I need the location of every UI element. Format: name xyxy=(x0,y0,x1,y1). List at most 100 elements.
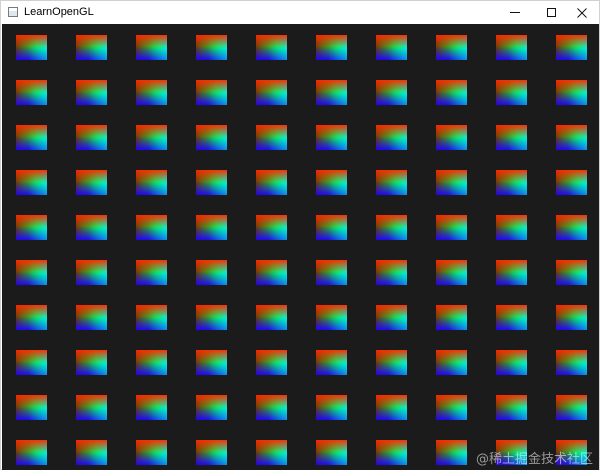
rendered-quad xyxy=(436,215,467,240)
minimize-icon xyxy=(510,12,520,13)
rendered-quad xyxy=(256,440,287,465)
rendered-quad xyxy=(196,35,227,60)
rendered-quad xyxy=(16,440,47,465)
rendered-quad xyxy=(76,350,107,375)
rendered-quad xyxy=(556,395,587,420)
rendered-quad xyxy=(436,440,467,465)
rendered-quad xyxy=(136,350,167,375)
rendered-quad xyxy=(316,170,347,195)
rendered-quad xyxy=(496,80,527,105)
rendered-quad xyxy=(76,305,107,330)
minimize-button[interactable] xyxy=(497,1,533,24)
rendered-quad xyxy=(376,125,407,150)
rendered-quad xyxy=(436,35,467,60)
rendered-quad xyxy=(436,395,467,420)
rendered-quad xyxy=(196,80,227,105)
rendered-quad xyxy=(76,170,107,195)
rendered-quad xyxy=(496,350,527,375)
rendered-quad xyxy=(256,215,287,240)
rendered-quad xyxy=(76,80,107,105)
rendered-quad xyxy=(196,170,227,195)
rendered-quad xyxy=(76,215,107,240)
rendered-quad xyxy=(316,305,347,330)
rendered-quad xyxy=(256,35,287,60)
rendered-quad xyxy=(376,305,407,330)
rendered-quad xyxy=(376,80,407,105)
rendered-quad xyxy=(556,125,587,150)
rendered-quad xyxy=(16,35,47,60)
rendered-quad xyxy=(136,80,167,105)
rendered-quad xyxy=(136,170,167,195)
rendered-quad xyxy=(376,440,407,465)
rendered-quad xyxy=(376,260,407,285)
rendered-quad xyxy=(196,395,227,420)
rendered-quad xyxy=(76,125,107,150)
app-window: LearnOpenGL @稀土掘金技术社区 xyxy=(0,0,600,470)
rendered-quad xyxy=(136,125,167,150)
close-button[interactable] xyxy=(564,1,600,24)
rendered-quad xyxy=(136,35,167,60)
rendered-quad xyxy=(436,260,467,285)
rendered-quad xyxy=(16,305,47,330)
rendered-quad xyxy=(196,350,227,375)
rendered-quad xyxy=(136,305,167,330)
rendered-quad xyxy=(316,260,347,285)
rendered-quad xyxy=(376,35,407,60)
rendered-quad xyxy=(196,125,227,150)
rendered-quad xyxy=(316,350,347,375)
rendered-quad xyxy=(556,350,587,375)
rendered-quad xyxy=(16,260,47,285)
rendered-quad xyxy=(16,125,47,150)
rendered-quad xyxy=(136,395,167,420)
rendered-quad xyxy=(196,440,227,465)
rendered-quad xyxy=(136,440,167,465)
rendered-quad xyxy=(196,260,227,285)
rendered-quad xyxy=(496,260,527,285)
rendered-quad xyxy=(316,215,347,240)
rendered-quad xyxy=(556,215,587,240)
rendered-quad xyxy=(436,80,467,105)
rendered-quad xyxy=(496,215,527,240)
rendered-quad xyxy=(496,305,527,330)
rendered-quad xyxy=(196,305,227,330)
rendered-quad xyxy=(376,350,407,375)
opengl-viewport[interactable]: @稀土掘金技术社区 xyxy=(2,24,599,470)
rendered-quad xyxy=(316,80,347,105)
rendered-quad xyxy=(76,260,107,285)
app-window-icon xyxy=(8,7,18,17)
rendered-quad xyxy=(256,260,287,285)
rendered-quad xyxy=(316,35,347,60)
rendered-quad xyxy=(76,440,107,465)
rendered-quad xyxy=(136,260,167,285)
window-title: LearnOpenGL xyxy=(24,6,94,18)
watermark-text: @稀土掘金技术社区 xyxy=(475,452,593,467)
rendered-quad xyxy=(16,215,47,240)
rendered-quad xyxy=(436,305,467,330)
rendered-quad xyxy=(16,395,47,420)
rendered-quad xyxy=(256,170,287,195)
rendered-quad xyxy=(256,125,287,150)
rendered-quad xyxy=(136,215,167,240)
rendered-quad xyxy=(496,170,527,195)
rendered-quad xyxy=(376,170,407,195)
close-icon xyxy=(577,7,587,18)
rendered-quad xyxy=(256,305,287,330)
rendered-quad xyxy=(556,170,587,195)
rendered-quad xyxy=(256,80,287,105)
rendered-quad xyxy=(256,395,287,420)
rendered-quad xyxy=(436,350,467,375)
rendered-quad xyxy=(256,350,287,375)
rendered-quad xyxy=(496,35,527,60)
title-bar[interactable]: LearnOpenGL xyxy=(1,1,599,24)
rendered-quad xyxy=(496,125,527,150)
rendered-quad xyxy=(436,170,467,195)
maximize-icon xyxy=(546,8,556,17)
rendered-quad xyxy=(556,260,587,285)
rendered-quad xyxy=(316,440,347,465)
rendered-quad xyxy=(16,350,47,375)
rendered-quad xyxy=(16,170,47,195)
rendered-quad xyxy=(76,395,107,420)
rendered-quad xyxy=(76,35,107,60)
rendered-quad xyxy=(556,35,587,60)
rendered-quad xyxy=(376,395,407,420)
